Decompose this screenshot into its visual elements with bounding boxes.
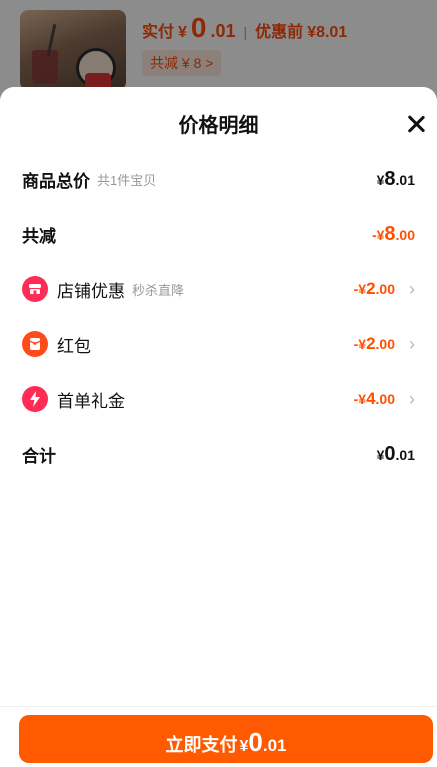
row-amount: - ¥ 2 .00	[353, 279, 395, 298]
row-amount: - ¥ 2 .00	[353, 334, 395, 353]
row-label: 红包	[57, 336, 91, 356]
pay-now-button[interactable]: 立即支付 ¥ 0 .01	[19, 715, 433, 763]
row-amount: - ¥ 8 .00	[371, 222, 415, 245]
row-sub: 共1件宝贝	[97, 172, 157, 188]
store-icon	[22, 276, 48, 302]
row-sub: 秒杀直降	[132, 282, 185, 298]
row-label: 共减	[22, 226, 56, 246]
row-label: 商品总价	[22, 171, 90, 191]
chevron-right-icon: ›	[409, 388, 415, 409]
row-label: 首单礼金	[57, 391, 125, 411]
close-icon[interactable]	[403, 111, 429, 137]
row-amount: ¥ 0 .01	[376, 442, 415, 465]
row-label: 店铺优惠	[57, 281, 125, 301]
pay-int: 0	[248, 727, 263, 757]
chevron-right-icon: ›	[409, 278, 415, 299]
chevron-right-icon: ›	[409, 333, 415, 354]
row-red-envelope[interactable]: 红包 - ¥ 2 .00 ›	[22, 327, 415, 361]
lightning-icon	[22, 386, 48, 412]
sheet-title: 价格明细	[178, 115, 259, 137]
row-grand-total: 合计 ¥ 0 .01	[22, 437, 415, 471]
pay-label: 立即支付	[165, 735, 238, 755]
modal-overlay[interactable]	[0, 0, 437, 100]
background-order-summary: 实付 ¥ 0 .01 | 优惠前 ¥8.01 共减 ¥ 8 >	[0, 0, 437, 100]
footer-divider	[0, 706, 437, 707]
row-store-discount[interactable]: 店铺优惠 秒杀直降 - ¥ 2 .00 ›	[22, 272, 415, 306]
row-label: 合计	[22, 446, 56, 466]
pay-currency: ¥	[239, 738, 249, 755]
row-amount: - ¥ 4 .00	[353, 389, 395, 408]
pay-dec: .01	[262, 736, 287, 755]
row-amount: ¥ 8 .01	[376, 167, 415, 190]
row-first-order-gift[interactable]: 首单礼金 - ¥ 4 .00 ›	[22, 382, 415, 416]
red-envelope-icon	[22, 331, 48, 357]
row-total-discount: 共减 - ¥ 8 .00	[22, 217, 415, 251]
price-detail-sheet: 价格明细 商品总价 共1件宝贝 ¥ 8 .01 共减 - ¥ 8 .00 店铺优…	[0, 87, 437, 767]
row-item-total: 商品总价 共1件宝贝 ¥ 8 .01	[22, 162, 415, 196]
